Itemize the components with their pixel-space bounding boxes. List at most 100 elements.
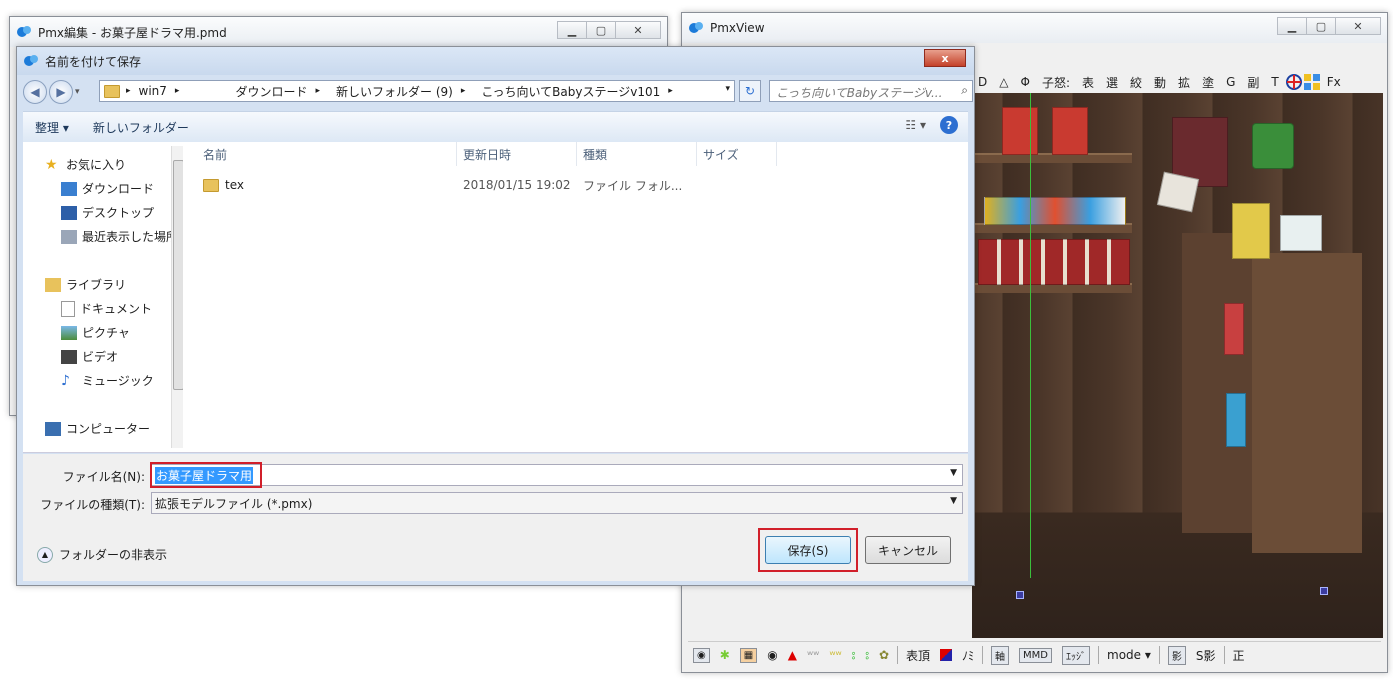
nav-favorites[interactable]: ★ お気に入り — [45, 156, 126, 173]
cabinet — [1182, 233, 1252, 533]
grid-color-icon[interactable] — [1303, 73, 1321, 91]
maximize-button[interactable]: ▢ — [586, 21, 616, 39]
ik-icon[interactable]: ʷʷ — [802, 648, 824, 662]
minimize-button[interactable]: ▁ — [1277, 17, 1307, 35]
vertex-toggle[interactable]: ◉ — [688, 647, 715, 663]
nav-music[interactable]: ♪ ミュージック — [61, 372, 154, 389]
product-cans — [978, 239, 1130, 285]
filename-label: ファイル名(N): — [62, 470, 145, 484]
axis-toggle[interactable]: 軸 — [986, 645, 1014, 665]
back-button[interactable]: ◀ — [23, 80, 47, 104]
viewer-statusbar: ◉ ✱ ▦ ◉ ▲ ʷʷ ʷʷ ⦂ ⦂ ✿ 表頂 ﾉﾐ 軸 MMD ｴｯｼﾞ m… — [688, 641, 1381, 668]
joint-icon[interactable]: ʷʷ — [824, 648, 846, 662]
front-view-button[interactable]: 正 — [1228, 647, 1250, 664]
toolbar-item[interactable]: 動 — [1148, 74, 1172, 91]
product-bag — [1280, 215, 1322, 251]
close-button[interactable]: ✕ — [1335, 17, 1381, 35]
chevron-down-icon[interactable]: ▼ — [950, 496, 957, 506]
cancel-button[interactable]: キャンセル — [865, 536, 951, 564]
nav-computer[interactable]: コンピューター — [45, 420, 150, 437]
file-list: 名前 更新日時 種類 サイズ tex 2018/01/15 19:02 ファイル… — [185, 142, 968, 452]
breadcrumb-item[interactable]: こっち向いてBabyステージv101 ▸ — [473, 83, 680, 100]
recent-places-icon — [61, 229, 77, 244]
breadcrumb-item[interactable]: 新しいフォルダー (9) ▸ — [328, 83, 473, 100]
column-name[interactable]: 名前 — [185, 142, 457, 166]
color-swatch-icon[interactable] — [935, 649, 957, 661]
filetype-select[interactable]: 拡張モデルファイル (*.pmx) ▼ — [151, 492, 963, 514]
address-bar[interactable]: ▸ win7 ▸ ダウンロード ▸ 新しいフォルダー (9) ▸ こっち向いてBaby… — [99, 80, 735, 102]
address-dropdown-icon[interactable]: ▾ — [725, 84, 730, 94]
toolbar-item[interactable]: T — [1265, 75, 1284, 89]
mmd-toggle[interactable]: MMD — [1014, 647, 1057, 663]
nav-documents[interactable]: ドキュメント — [61, 300, 152, 317]
toolbar-item[interactable]: 塗 — [1196, 74, 1220, 91]
pmx-app-icon — [689, 22, 703, 33]
nav-videos[interactable]: ビデオ — [61, 348, 118, 365]
new-folder-button[interactable]: 新しいフォルダー — [81, 119, 201, 136]
bone-marker[interactable] — [1320, 587, 1328, 595]
refresh-button[interactable]: ↻ — [739, 80, 761, 102]
organize-button[interactable]: 整理 ▾ — [23, 119, 81, 136]
breadcrumb-item[interactable]: ダウンロード ▸ — [227, 83, 328, 100]
nomi-label[interactable]: ﾉﾐ — [957, 647, 979, 664]
column-modified[interactable]: 更新日時 — [457, 142, 577, 166]
self-shadow-toggle[interactable]: S影 — [1191, 647, 1221, 664]
rigid-icon[interactable]: ⦂ — [847, 648, 861, 663]
toolbar-item-fx[interactable]: Fx — [1321, 75, 1347, 89]
toolbar-item[interactable]: G — [1220, 75, 1241, 89]
dot-icon[interactable]: ◉ — [762, 648, 782, 662]
bone-marker[interactable] — [1016, 591, 1024, 599]
view-options-icon[interactable]: ☷ ▾ — [905, 118, 926, 132]
nav-desktop[interactable]: デスクトップ — [61, 204, 154, 221]
breadcrumb-item[interactable]: win7 ▸ — [131, 84, 188, 98]
toolbar-item[interactable]: 絞 — [1124, 74, 1148, 91]
nav-recent[interactable]: 最近表示した場所 — [61, 228, 178, 245]
toolbar-item[interactable]: 副 — [1241, 74, 1265, 91]
toolbar-item[interactable]: 子怒: — [1036, 74, 1076, 91]
3d-viewport[interactable] — [972, 93, 1383, 638]
bone-icon[interactable]: ▲ — [783, 648, 802, 662]
hide-folders-toggle[interactable]: ▲ フォルダーの非表示 — [37, 546, 167, 563]
morph-icon[interactable]: ✿ — [874, 648, 894, 662]
nav-downloads[interactable]: ダウンロード — [61, 180, 154, 197]
document-icon — [61, 300, 75, 317]
mode-dropdown[interactable]: mode ▾ — [1102, 648, 1156, 662]
nav-libraries[interactable]: ライブラリ — [45, 276, 126, 293]
toolbar-item[interactable]: 拡 — [1172, 74, 1196, 91]
maximize-button[interactable]: ▢ — [1306, 17, 1336, 35]
dialog-titlebar[interactable]: 名前を付けて保存 — [17, 47, 974, 75]
save-button[interactable]: 保存(S) — [765, 536, 851, 564]
dialog-close-button[interactable]: x — [924, 49, 966, 67]
material-icon[interactable]: ✱ — [715, 648, 735, 662]
table-row[interactable]: tex 2018/01/15 19:02 ファイル フォル... — [185, 174, 968, 196]
nav-scrollbar[interactable] — [171, 146, 183, 448]
file-name-cell: tex — [203, 178, 244, 192]
edge-toggle[interactable]: ｴｯｼﾞ — [1057, 645, 1095, 665]
product-bag — [1232, 203, 1270, 259]
dialog-lower-panel: ファイル名(N): お菓子屋ドラマ用 ▼ ファイルの種類(T): 拡張モデルファ… — [23, 454, 968, 581]
search-input[interactable]: こっち向いてBabyステージv... ⌕ — [769, 80, 973, 102]
toolbar-item[interactable]: 選 — [1100, 74, 1124, 91]
toolbar-item[interactable]: △ — [993, 75, 1014, 89]
nav-pictures[interactable]: ピクチャ — [61, 324, 130, 341]
filename-input[interactable]: お菓子屋ドラマ用 ▼ — [151, 464, 963, 486]
column-size[interactable]: サイズ — [697, 142, 777, 166]
minimize-button[interactable]: ▁ — [557, 21, 587, 39]
soft-icon[interactable]: ⦂ — [860, 648, 874, 663]
surface-vertex-label[interactable]: 表頂 — [901, 647, 935, 664]
forward-button[interactable]: ▶ — [49, 80, 73, 104]
shadow-toggle[interactable]: 影 — [1163, 645, 1191, 665]
axis-color-icon[interactable] — [1285, 73, 1303, 91]
toolbar-item[interactable]: 表 — [1076, 74, 1100, 91]
product-bottle — [1226, 393, 1246, 447]
chevron-down-icon[interactable]: ▼ — [950, 468, 957, 478]
texture-icon[interactable]: ▦ — [735, 647, 762, 663]
help-icon[interactable]: ? — [940, 116, 958, 134]
toolbar-item[interactable]: D — [972, 75, 993, 89]
column-type[interactable]: 種類 — [577, 142, 697, 166]
search-icon: ⌕ — [961, 83, 968, 97]
recent-pages-icon[interactable]: ▾ — [75, 87, 80, 97]
close-button[interactable]: ✕ — [615, 21, 661, 39]
folder-icon — [203, 179, 219, 192]
toolbar-item[interactable]: Φ — [1014, 75, 1035, 89]
